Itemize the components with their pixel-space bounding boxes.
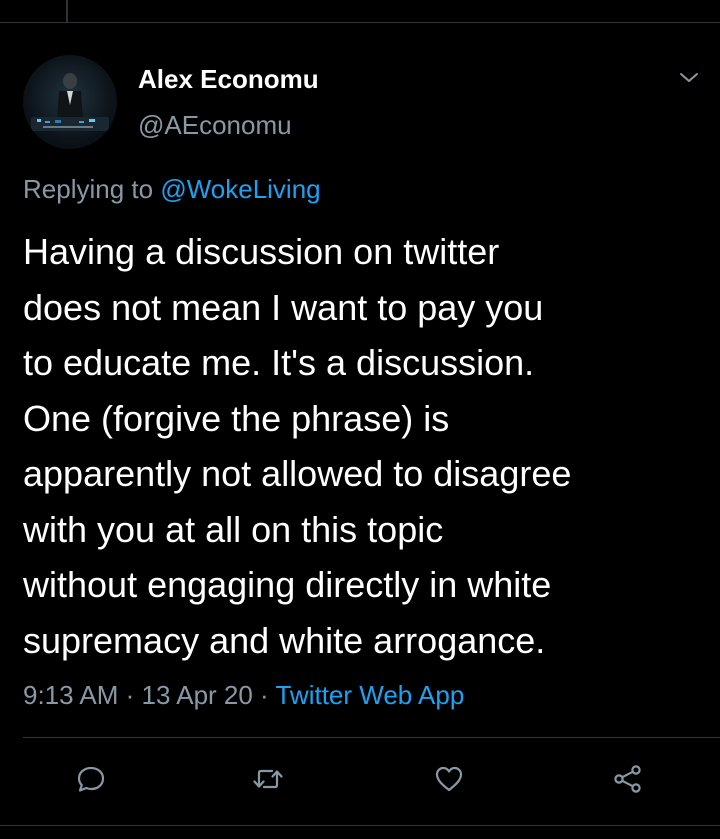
share-button[interactable] <box>612 763 644 795</box>
top-divider <box>0 22 720 23</box>
tweet-text: Having a discussion on twitter does not … <box>23 231 572 661</box>
author-name[interactable]: Alex Economu <box>138 64 319 95</box>
share-icon <box>614 765 641 793</box>
reply-button[interactable] <box>75 763 107 795</box>
meta-separator: · <box>252 680 276 710</box>
more-options-button[interactable] <box>678 70 700 86</box>
avatar-photo <box>31 73 109 131</box>
like-button[interactable] <box>433 763 465 795</box>
reply-bubble-icon <box>77 766 105 792</box>
retweet-button[interactable] <box>252 763 284 795</box>
author-handle[interactable]: @AEconomu <box>138 110 292 141</box>
tweet-source-link[interactable]: Twitter Web App <box>275 680 464 710</box>
retweet-icon <box>253 769 283 789</box>
actions-divider <box>23 737 720 738</box>
replying-prefix: Replying to <box>23 174 161 204</box>
reply-mention-link[interactable]: @WokeLiving <box>160 174 320 204</box>
tweet-date[interactable]: 13 Apr 20 <box>142 680 253 710</box>
meta-separator: · <box>118 680 142 710</box>
chevron-down-icon <box>680 73 698 82</box>
replying-to-line: Replying to @WokeLiving <box>23 174 321 205</box>
thread-connector-line <box>66 0 68 22</box>
bottom-divider <box>0 825 720 826</box>
avatar[interactable] <box>23 55 117 149</box>
tweet-meta: 9:13 AM · 13 Apr 20 · Twitter Web App <box>23 680 464 711</box>
heart-icon <box>435 766 463 792</box>
tweet-time[interactable]: 9:13 AM <box>23 680 118 710</box>
